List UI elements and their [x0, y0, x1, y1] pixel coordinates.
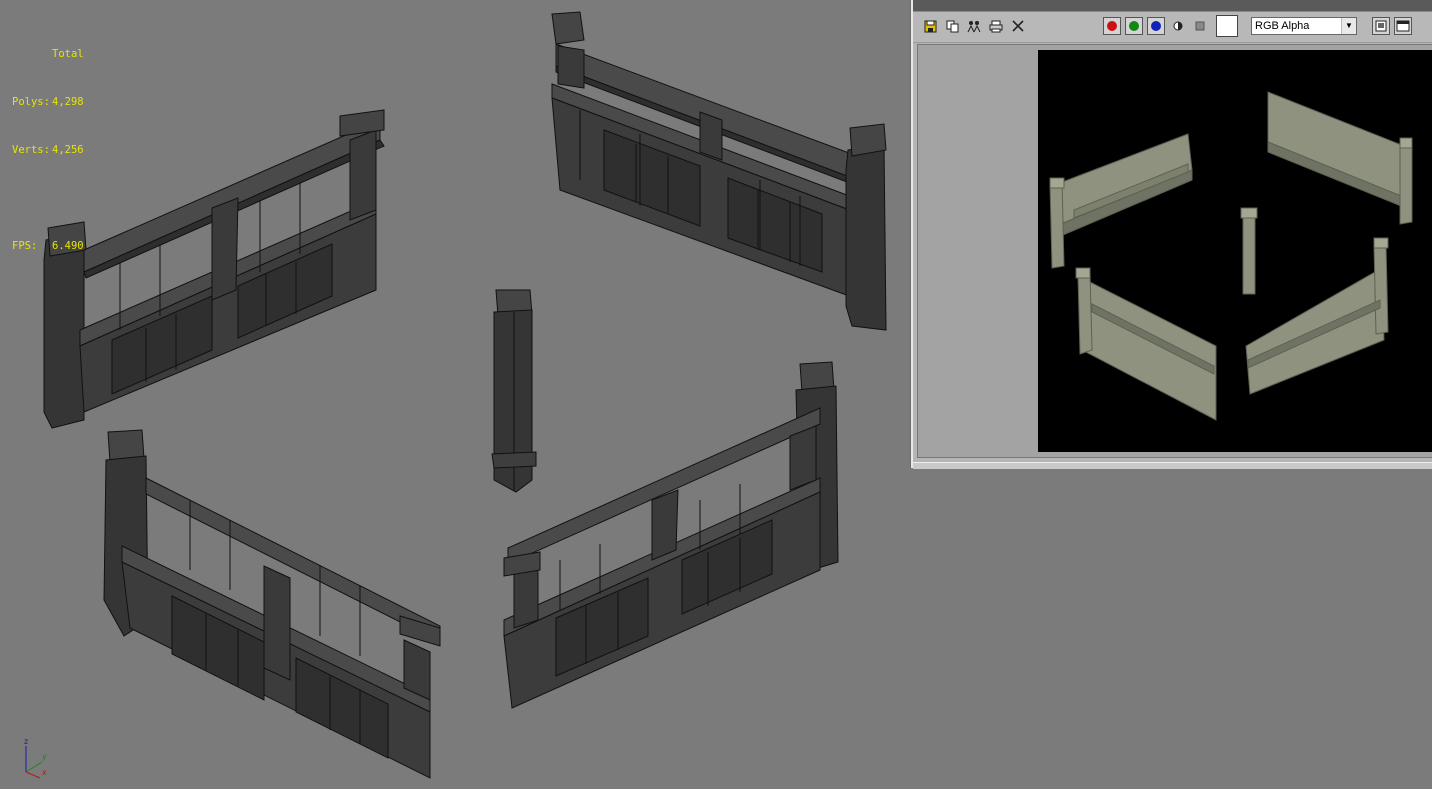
- blue-channel-icon: [1151, 21, 1161, 31]
- channel-select-value: RGB Alpha: [1255, 20, 1310, 32]
- display-icon: [1375, 20, 1387, 32]
- frame-window-titlebar[interactable]: [913, 0, 1432, 12]
- rendered-frame-window[interactable]: RGB Alpha ▼: [911, 0, 1432, 469]
- axis-z-label: z: [24, 737, 29, 746]
- fence-upper-right: [551, 11, 887, 331]
- frame-window-bottom-edge: [913, 462, 1432, 469]
- window-icon: [1396, 20, 1410, 32]
- green-channel-button[interactable]: [1125, 17, 1143, 35]
- verts-label: Verts:: [12, 144, 50, 156]
- alpha-channel-button[interactable]: [1191, 17, 1209, 35]
- clear-icon[interactable]: [1009, 17, 1027, 35]
- print-icon[interactable]: [987, 17, 1005, 35]
- copy-icon[interactable]: [943, 17, 961, 35]
- polys-value: 4,298: [52, 96, 84, 108]
- blue-channel-button[interactable]: [1147, 17, 1165, 35]
- axis-tripod: z y x: [18, 736, 58, 780]
- axis-x-label: x: [42, 768, 47, 777]
- save-icon[interactable]: [921, 17, 939, 35]
- fps-value: 6.490: [52, 240, 84, 252]
- fence-upper-left: [43, 109, 385, 429]
- stats-header: Total: [52, 48, 84, 60]
- display-button[interactable]: [1372, 17, 1390, 35]
- red-channel-icon: [1107, 21, 1117, 31]
- fence-lower-left: [103, 429, 441, 779]
- window-button[interactable]: [1394, 17, 1412, 35]
- fps-label: FPS:: [12, 240, 38, 252]
- monochrome-button[interactable]: [1169, 17, 1187, 35]
- fence-lower-right: [503, 361, 839, 709]
- red-channel-button[interactable]: [1103, 17, 1121, 35]
- axis-y-label: y: [42, 752, 47, 761]
- verts-value: 4,256: [52, 144, 84, 156]
- channel-select[interactable]: RGB Alpha ▼: [1251, 17, 1357, 35]
- scene-geometry[interactable]: [0, 0, 911, 789]
- viewport-statistics: Total Polys: 4,298 Verts: 4,256 FPS: 6.490: [12, 14, 84, 286]
- half-circle-icon: [1173, 21, 1183, 31]
- clone-icon[interactable]: [965, 17, 983, 35]
- square-icon: [1195, 21, 1205, 31]
- render-preview: [1049, 91, 1413, 421]
- frame-window-toolbar: RGB Alpha ▼: [913, 12, 1432, 43]
- rendered-image[interactable]: [1038, 50, 1432, 452]
- green-channel-icon: [1129, 21, 1139, 31]
- chevron-down-icon: ▼: [1341, 18, 1356, 34]
- color-swatch[interactable]: [1216, 15, 1238, 37]
- post-center: [491, 289, 537, 493]
- polys-label: Polys:: [12, 96, 50, 108]
